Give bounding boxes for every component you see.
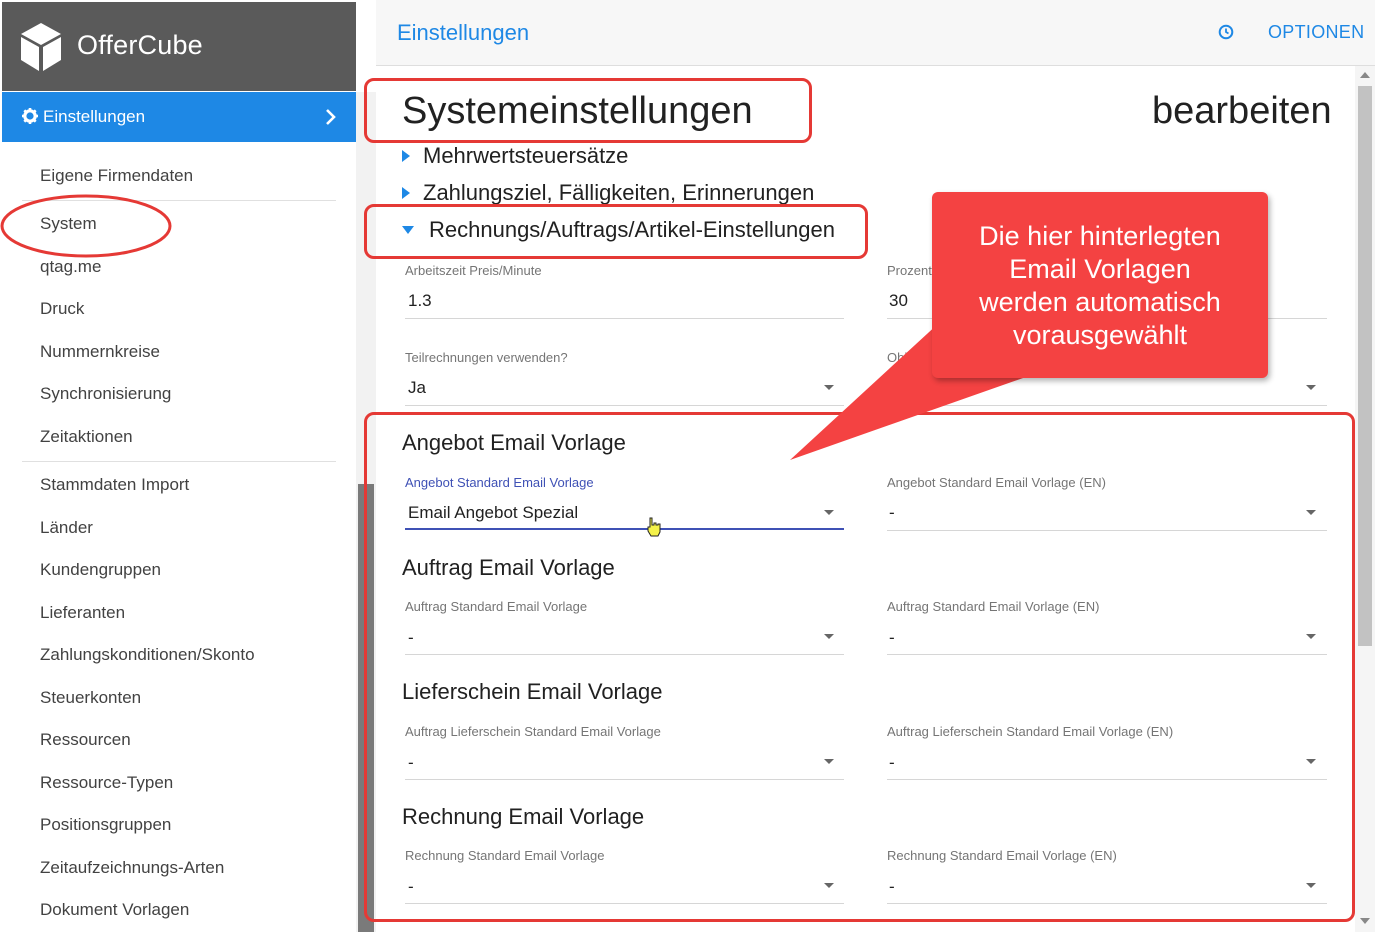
dropdown-caret-icon	[1306, 385, 1316, 390]
arbeitszeit-input[interactable]: 1.3	[408, 291, 432, 311]
sidebar-item-system[interactable]: System	[40, 214, 97, 234]
callout-line: werden automatisch	[979, 287, 1221, 317]
annotation-ellipse-system	[0, 194, 172, 258]
section-label: Zahlungsziel, Fälligkeiten, Erinnerungen	[423, 180, 815, 205]
section-mehrwertsteuersaetze[interactable]: Mehrwertsteuersätze	[402, 143, 628, 169]
sidebar-item-druck[interactable]: Druck	[40, 299, 84, 319]
options-button[interactable]: OPTIONEN	[1268, 22, 1364, 43]
sidebar-item-kundengruppen[interactable]: Kundengruppen	[40, 560, 161, 580]
sidebar-active-label: Einstellungen	[43, 107, 146, 126]
sidebar-item-qtag[interactable]: qtag.me	[40, 257, 101, 277]
scroll-up-arrow-icon[interactable]	[1360, 72, 1370, 78]
sidebar-divider	[22, 200, 336, 201]
sidebar-item-zahlungskonditionen[interactable]: Zahlungskonditionen/Skonto	[40, 645, 255, 665]
sidebar-item-steuerkonten[interactable]: Steuerkonten	[40, 688, 141, 708]
sidebar-item-zeitaktionen[interactable]: Zeitaktionen	[40, 427, 133, 447]
sidebar-item-positionsgruppen[interactable]: Positionsgruppen	[40, 815, 171, 835]
annotation-box-title	[364, 78, 812, 143]
annotation-callout: Die hier hinterlegten Email Vorlagen wer…	[932, 192, 1268, 378]
sidebar-item-nummernkreise[interactable]: Nummernkreise	[40, 342, 160, 362]
scroll-down-arrow-icon[interactable]	[1360, 918, 1370, 924]
sidebar-divider	[22, 461, 336, 462]
sidebar-item-synchronisierung[interactable]: Synchronisierung	[40, 384, 171, 404]
main-scrollbar[interactable]	[1355, 66, 1375, 932]
sidebar-item-zeitaufzeichnungs-arten[interactable]: Zeitaufzeichnungs-Arten	[40, 858, 224, 878]
sidebar-item-lieferanten[interactable]: Lieferanten	[40, 603, 125, 623]
callout-line: Die hier hinterlegten	[979, 221, 1221, 251]
chevron-right-icon	[326, 109, 336, 125]
hand-cursor-icon	[647, 517, 661, 537]
app-name: OfferCube	[77, 30, 203, 60]
callout-line: Email Vorlagen	[1009, 254, 1191, 284]
dropdown-caret-icon	[824, 385, 834, 390]
sidebar-item-stammdaten-import[interactable]: Stammdaten Import	[40, 475, 189, 495]
callout-line: vorausgewählt	[1012, 320, 1188, 350]
sidebar-item-einstellungen[interactable]: Einstellungen	[2, 92, 356, 142]
clock-icon[interactable]	[1218, 24, 1234, 40]
annotation-box-email-groups	[364, 412, 1355, 922]
teilrechnungen-select[interactable]: Ja	[408, 378, 426, 398]
sidebar: OfferCube Einstellungen Eigene Firmendat…	[0, 0, 376, 932]
triangle-right-icon	[402, 187, 410, 199]
section-label: Mehrwertsteuersätze	[423, 143, 629, 168]
sidebar-item-eigene-firmendaten[interactable]: Eigene Firmendaten	[40, 166, 193, 186]
brand-header: OfferCube	[2, 2, 356, 91]
section-zahlungsziel[interactable]: Zahlungsziel, Fälligkeiten, Erinnerungen	[402, 180, 814, 206]
sidebar-item-laender[interactable]: Länder	[40, 518, 93, 538]
top-bar: Einstellungen OPTIONEN	[376, 0, 1375, 66]
sidebar-item-ressourcen[interactable]: Ressourcen	[40, 730, 131, 750]
main-scrollbar-thumb[interactable]	[1358, 86, 1372, 646]
cube-logo-icon	[21, 23, 61, 71]
sidebar-item-dokument-vorlagen[interactable]: Dokument Vorlagen	[40, 900, 189, 920]
teilrechnungen-underline	[405, 405, 844, 406]
triangle-right-icon	[402, 150, 410, 162]
prozent-input[interactable]: 30	[889, 291, 908, 311]
sidebar-item-ressource-typen[interactable]: Ressource-Typen	[40, 773, 173, 793]
top-bar-title: Einstellungen	[397, 20, 530, 45]
prozent-label: Prozent	[887, 263, 932, 278]
callout-text: Die hier hinterlegten Email Vorlagen wer…	[932, 220, 1268, 352]
teilrechnungen-label: Teilrechnungen verwenden?	[405, 350, 568, 365]
objekt-label: Objekt	[887, 350, 925, 365]
arbeitszeit-underline	[405, 318, 844, 319]
edit-label[interactable]: bearbeiten	[1152, 90, 1332, 133]
arbeitszeit-label: Arbeitszeit Preis/Minute	[405, 263, 542, 278]
gear-icon	[22, 108, 38, 124]
annotation-box-section	[364, 204, 868, 259]
objekt-underline	[887, 405, 1327, 406]
